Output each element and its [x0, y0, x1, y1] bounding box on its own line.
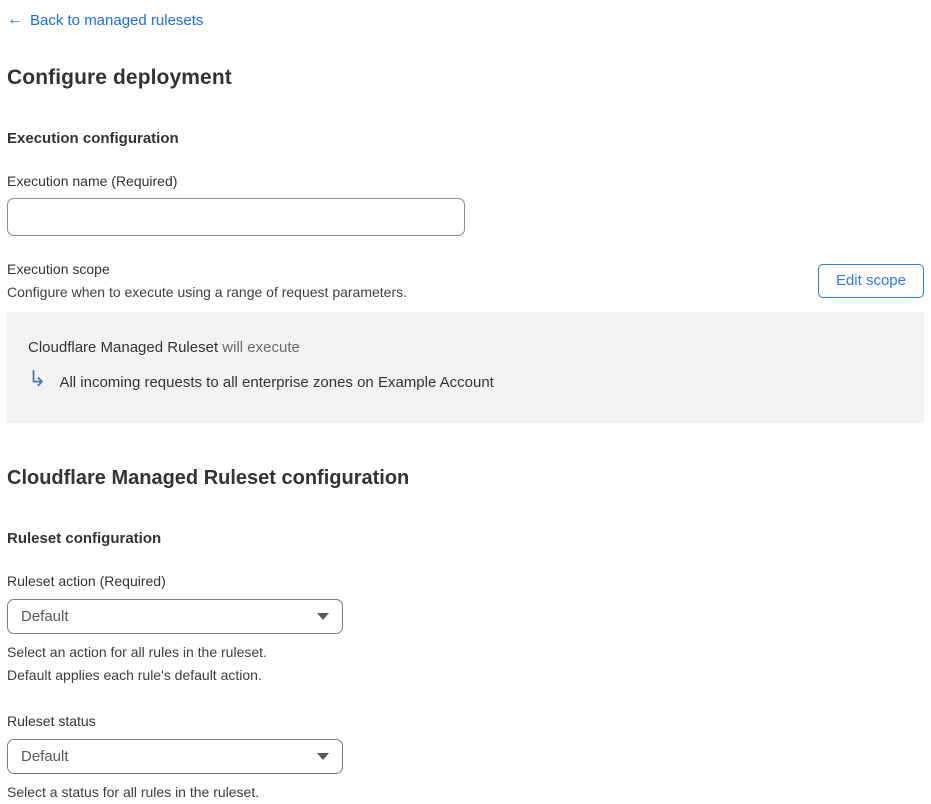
ruleset-action-select[interactable]: Default: [7, 599, 343, 634]
ruleset-status-selected-value: Default: [21, 748, 69, 765]
scope-summary-detail-row: ↳ All incoming requests to all enterpris…: [28, 366, 903, 393]
configure-deployment-page: ← Back to managed rulesets Configure dep…: [0, 0, 931, 804]
back-to-managed-rulesets-link[interactable]: ← Back to managed rulesets: [7, 12, 203, 29]
ruleset-action-help-line1: Select an action for all rules in the ru…: [7, 644, 267, 660]
ruleset-action-selected-value: Default: [21, 608, 69, 625]
execution-scope-text: Execution scope Configure when to execut…: [7, 261, 407, 300]
edit-scope-button[interactable]: Edit scope: [817, 263, 924, 298]
ruleset-action-help-line2: Default applies each rule's default acti…: [7, 667, 262, 683]
back-arrow-icon: ←: [7, 11, 23, 28]
chevron-down-icon: [317, 613, 329, 620]
page-title: Configure deployment: [7, 66, 232, 89]
ruleset-configuration-section-heading: Cloudflare Managed Ruleset configuration: [7, 467, 410, 489]
branch-arrow-icon: ↳: [28, 366, 47, 391]
scope-summary-ruleset-name: Cloudflare Managed Ruleset: [28, 339, 219, 356]
ruleset-status-select[interactable]: Default: [7, 739, 343, 774]
scope-summary-panel: Cloudflare Managed Ruleset will execute …: [7, 312, 924, 423]
ruleset-status-label: Ruleset status: [7, 713, 96, 729]
scope-summary-line: Cloudflare Managed Ruleset will execute: [28, 339, 903, 356]
execution-scope-row: Execution scope Configure when to execut…: [7, 261, 924, 300]
back-link-label: Back to managed rulesets: [30, 11, 204, 29]
scope-summary-detail: All incoming requests to all enterprise …: [59, 373, 494, 391]
execution-scope-description: Configure when to execute using a range …: [7, 284, 408, 300]
execution-name-input[interactable]: [7, 198, 465, 236]
execution-scope-label: Execution scope: [7, 261, 110, 277]
ruleset-configuration-subheading: Ruleset configuration: [7, 530, 162, 547]
execution-name-label: Execution name (Required): [7, 173, 178, 189]
ruleset-action-label: Ruleset action (Required): [7, 573, 166, 589]
scope-summary-will-execute: will execute: [222, 339, 300, 356]
ruleset-action-help: Select an action for all rules in the ru…: [7, 641, 924, 687]
execution-configuration-heading: Execution configuration: [7, 130, 179, 147]
chevron-down-icon: [317, 753, 329, 760]
